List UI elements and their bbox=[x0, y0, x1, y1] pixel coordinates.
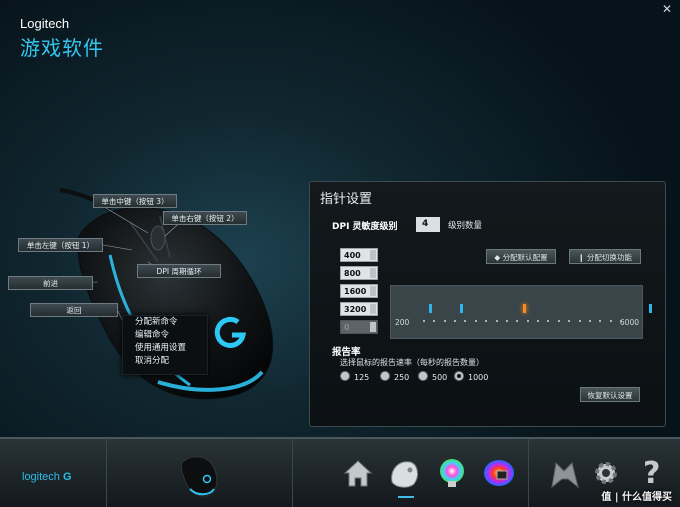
slider-scale-dot bbox=[485, 320, 488, 322]
dpi-level-value: 1600 bbox=[344, 287, 367, 296]
report-rate-description: 选择鼠标的报告速率（每秒的报告数量） bbox=[340, 358, 484, 367]
radio-icon bbox=[340, 371, 350, 381]
dpi-level-value: 400 bbox=[344, 251, 361, 260]
slider-scale-dot bbox=[495, 320, 498, 322]
logo-text: logitech bbox=[22, 471, 60, 483]
slider-scale-dot bbox=[433, 320, 436, 322]
active-nav-indicator bbox=[398, 496, 414, 498]
slider-scale-dot bbox=[599, 320, 602, 322]
lighting-icon[interactable] bbox=[437, 457, 467, 489]
nav-segment bbox=[292, 439, 529, 507]
pointer-settings-panel: 指针设置 DPI 灵敏度级别 4 级别数量 400 800 1600 3200 … bbox=[309, 181, 666, 427]
context-menu: 分配新命令 编辑命令 使用通用设置 取消分配 bbox=[122, 315, 208, 375]
logitech-arx-icon[interactable] bbox=[548, 457, 582, 491]
slider-scale-dot bbox=[620, 320, 622, 322]
dpi-slider[interactable]: 200 6000 bbox=[390, 285, 652, 339]
dpi-level-marker[interactable] bbox=[428, 304, 432, 313]
back-mapping[interactable]: 返回 bbox=[30, 303, 118, 317]
slider-scale-dot bbox=[423, 320, 425, 322]
slider-scale-dot bbox=[516, 320, 519, 322]
app-window: Logitech 游戏软件 ✕ 单击中键（按钮 3） 单击右键（按钮 2） 单击… bbox=[0, 0, 680, 507]
device-mouse-icon[interactable] bbox=[172, 449, 228, 499]
forward-mapping[interactable]: 前进 bbox=[8, 276, 93, 290]
slider-scale-dot bbox=[537, 320, 540, 322]
help-icon[interactable]: ? bbox=[640, 455, 668, 489]
dpi-level-input[interactable]: 800 bbox=[340, 266, 378, 280]
assign-default-button[interactable]: ◆ 分配默认配置 bbox=[486, 249, 556, 264]
dpi-level-input-disabled[interactable]: 0 bbox=[340, 320, 378, 334]
menu-item-assign-new[interactable]: 分配新命令 bbox=[123, 316, 207, 329]
button-1-mapping[interactable]: 单击左键（按钮 1） bbox=[18, 238, 103, 252]
pointer-settings-icon[interactable] bbox=[388, 456, 420, 490]
slider-scale-dot bbox=[474, 320, 477, 322]
dpi-level-input[interactable]: 1600 bbox=[340, 284, 378, 298]
radio-icon bbox=[418, 371, 428, 381]
dpi-level-marker[interactable] bbox=[522, 304, 526, 313]
slider-scale-dot bbox=[588, 320, 591, 322]
slider-scale-dot bbox=[464, 320, 467, 322]
report-rate-option[interactable]: 125 bbox=[340, 371, 369, 382]
slider-scale-dot bbox=[547, 320, 550, 322]
bottom-bar: logitech G ? 值 | 什么值得买 bbox=[0, 437, 680, 507]
settings-gear-icon[interactable] bbox=[592, 459, 620, 487]
home-icon[interactable] bbox=[342, 457, 374, 489]
radio-label: 250 bbox=[394, 373, 410, 382]
report-rate-option[interactable]: 500 bbox=[418, 371, 447, 382]
slider-min-label: 200 bbox=[395, 318, 410, 327]
dpi-count-label: 级别数量 bbox=[448, 221, 483, 231]
assign-switch-button[interactable]: ❙ 分配切换功能 bbox=[569, 249, 641, 264]
radio-label: 1000 bbox=[468, 373, 489, 382]
dpi-level-marker[interactable] bbox=[648, 304, 652, 313]
panel-title: 指针设置 bbox=[320, 192, 373, 207]
dpi-cycle-mapping[interactable]: DPI 周期循环 bbox=[137, 264, 221, 278]
radio-label: 500 bbox=[432, 373, 448, 382]
menu-item-edit[interactable]: 编辑命令 bbox=[123, 329, 207, 342]
report-rate-title: 报告率 bbox=[332, 347, 361, 358]
device-segment bbox=[106, 439, 293, 507]
dpi-level-value: 3200 bbox=[344, 305, 367, 314]
radio-icon bbox=[380, 371, 390, 381]
report-rate-option[interactable]: 1000 bbox=[454, 371, 488, 382]
report-rate-option[interactable]: 250 bbox=[380, 371, 409, 382]
dpi-level-value: 800 bbox=[344, 269, 361, 278]
slider-scale-dot bbox=[578, 320, 581, 322]
radio-label: 125 bbox=[354, 373, 370, 382]
restore-defaults-button[interactable]: 恢复默认设置 bbox=[580, 387, 640, 402]
logo-segment: logitech G bbox=[0, 439, 107, 507]
menu-item-unassign[interactable]: 取消分配 bbox=[123, 355, 207, 368]
slider-scale-dot bbox=[568, 320, 571, 322]
dpi-level-value: 0 bbox=[344, 323, 350, 332]
button-2-mapping[interactable]: 单击右键（按钮 2） bbox=[163, 211, 247, 225]
heatmap-icon[interactable] bbox=[482, 457, 516, 489]
logitech-logo: logitech G bbox=[22, 471, 72, 483]
menu-item-use-generic[interactable]: 使用通用设置 bbox=[123, 342, 207, 355]
slider-scale-dot bbox=[609, 320, 612, 322]
dpi-count-input[interactable]: 4 bbox=[416, 217, 440, 232]
dpi-level-marker[interactable] bbox=[460, 304, 464, 313]
dpi-label: DPI 灵敏度级别 bbox=[332, 222, 398, 232]
slider-scale-dot bbox=[505, 320, 508, 322]
radio-selected-icon bbox=[454, 371, 464, 381]
svg-text:?: ? bbox=[643, 456, 660, 489]
dpi-level-input[interactable]: 400 bbox=[340, 248, 378, 262]
slider-scale-dot bbox=[454, 320, 457, 322]
slider-scale-dot bbox=[443, 320, 446, 322]
slider-scale-dot bbox=[557, 320, 560, 322]
button-3-mapping[interactable]: 单击中键（按钮 3） bbox=[93, 194, 177, 208]
slider-max-label: 6000 bbox=[619, 318, 639, 327]
watermark-text: 值 | 什么值得买 bbox=[601, 492, 672, 503]
slider-scale-dot bbox=[526, 320, 529, 322]
dpi-level-input[interactable]: 3200 bbox=[340, 302, 378, 316]
